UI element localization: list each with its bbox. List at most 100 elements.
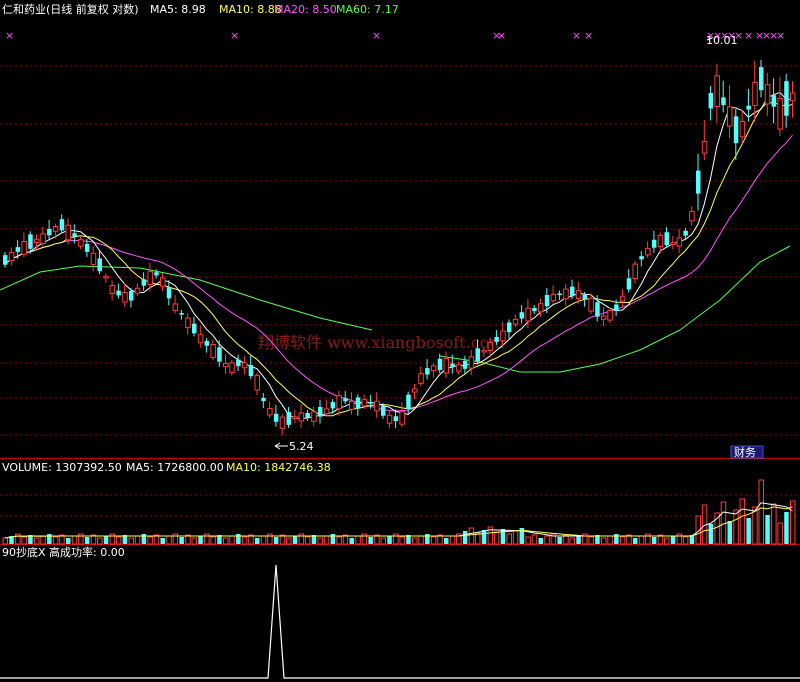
volume-bar[interactable]: [66, 538, 71, 544]
volume-bar[interactable]: [349, 538, 355, 544]
candle-body[interactable]: [217, 347, 222, 362]
candle-body[interactable]: [355, 397, 361, 409]
candle-body[interactable]: [47, 228, 52, 236]
volume-bar[interactable]: [380, 537, 386, 545]
candle-body[interactable]: [746, 105, 751, 110]
candle-body[interactable]: [84, 243, 90, 252]
volume-bar[interactable]: [607, 535, 613, 545]
volume-bar[interactable]: [34, 537, 40, 545]
candle-body[interactable]: [141, 279, 147, 286]
candle-body[interactable]: [752, 81, 758, 106]
candle-body[interactable]: [34, 238, 40, 244]
volume-bar[interactable]: [664, 537, 670, 545]
candle-body[interactable]: [519, 312, 525, 319]
candle-body[interactable]: [248, 364, 254, 377]
candle-body[interactable]: [443, 358, 449, 374]
candle-body[interactable]: [727, 106, 733, 127]
candle-body[interactable]: [374, 400, 380, 412]
candle-body[interactable]: [336, 395, 342, 410]
volume-bar[interactable]: [746, 518, 751, 544]
volume-bar[interactable]: [493, 531, 500, 545]
volume-bar[interactable]: [368, 537, 373, 544]
candle-body[interactable]: [343, 398, 348, 402]
candle-body[interactable]: [298, 412, 305, 422]
volume-bar[interactable]: [531, 534, 538, 545]
volume-bar[interactable]: [771, 503, 777, 545]
candle-body[interactable]: [525, 307, 531, 322]
candle-body[interactable]: [52, 226, 59, 232]
volume-bar[interactable]: [286, 537, 292, 545]
candle-body[interactable]: [223, 362, 229, 368]
candle-body[interactable]: [393, 416, 399, 422]
candle-body[interactable]: [241, 362, 248, 369]
volume-bar[interactable]: [2, 537, 8, 545]
candle-body[interactable]: [160, 277, 166, 287]
candle-body[interactable]: [192, 323, 197, 334]
candle-body[interactable]: [450, 363, 455, 367]
candle-body[interactable]: [425, 368, 430, 375]
candle-body[interactable]: [645, 247, 651, 256]
volume-bar[interactable]: [758, 479, 764, 545]
candle-body[interactable]: [462, 360, 468, 369]
volume-bar[interactable]: [166, 535, 172, 545]
candle-body[interactable]: [494, 337, 499, 342]
volume-bar[interactable]: [444, 538, 449, 544]
candle-body[interactable]: [172, 303, 179, 311]
candle-body[interactable]: [701, 141, 708, 154]
candle-body[interactable]: [349, 400, 355, 410]
candle-body[interactable]: [292, 416, 298, 419]
candle-body[interactable]: [468, 356, 475, 369]
volume-bar[interactable]: [323, 535, 330, 545]
candle-body[interactable]: [399, 410, 405, 425]
candle-body[interactable]: [21, 240, 27, 255]
candle-body[interactable]: [570, 286, 575, 297]
candle-body[interactable]: [538, 303, 544, 313]
candle-body[interactable]: [103, 275, 109, 279]
candle-body[interactable]: [361, 399, 368, 407]
candle-body[interactable]: [632, 263, 638, 280]
volume-bar[interactable]: [784, 512, 789, 544]
volume-bar[interactable]: [449, 535, 456, 545]
volume-bar[interactable]: [633, 538, 638, 544]
volume-bar[interactable]: [399, 536, 405, 545]
volume-bar[interactable]: [638, 535, 645, 545]
volume-bar[interactable]: [525, 536, 531, 545]
candle-body[interactable]: [689, 210, 695, 222]
candle-body[interactable]: [790, 92, 796, 102]
volume-bar[interactable]: [40, 535, 46, 545]
candle-body[interactable]: [323, 408, 330, 415]
volume-bar[interactable]: [576, 536, 581, 544]
candle-body[interactable]: [651, 239, 657, 248]
volume-bar[interactable]: [601, 537, 607, 545]
candle-body[interactable]: [166, 287, 172, 299]
candle-body[interactable]: [683, 230, 688, 236]
volume-bar[interactable]: [506, 533, 512, 545]
candle-body[interactable]: [59, 219, 65, 231]
volume-bar[interactable]: [223, 537, 229, 545]
volume-bar[interactable]: [733, 509, 739, 545]
volume-bar[interactable]: [179, 537, 184, 544]
candle-body[interactable]: [267, 408, 273, 416]
candle-body[interactable]: [368, 402, 373, 404]
volume-bar[interactable]: [336, 536, 342, 545]
candle-body[interactable]: [614, 304, 619, 311]
volume-bar[interactable]: [273, 537, 279, 544]
volume-bar[interactable]: [147, 536, 153, 545]
candle-body[interactable]: [65, 224, 71, 241]
candle-body[interactable]: [147, 271, 153, 285]
candle-body[interactable]: [286, 412, 292, 425]
candle-body[interactable]: [721, 97, 726, 106]
volume-bar[interactable]: [115, 536, 122, 545]
volume-bar[interactable]: [481, 530, 487, 544]
candle-body[interactable]: [437, 358, 443, 370]
candle-body[interactable]: [406, 394, 411, 409]
volume-bar[interactable]: [727, 521, 733, 544]
candle-body[interactable]: [129, 290, 134, 301]
candle-body[interactable]: [154, 272, 159, 276]
volume-bar[interactable]: [544, 535, 550, 545]
candle-body[interactable]: [575, 290, 582, 300]
candle-body[interactable]: [109, 285, 116, 295]
volume-bar[interactable]: [304, 536, 311, 545]
candle-body[interactable]: [116, 290, 121, 296]
candle-body[interactable]: [236, 359, 241, 367]
